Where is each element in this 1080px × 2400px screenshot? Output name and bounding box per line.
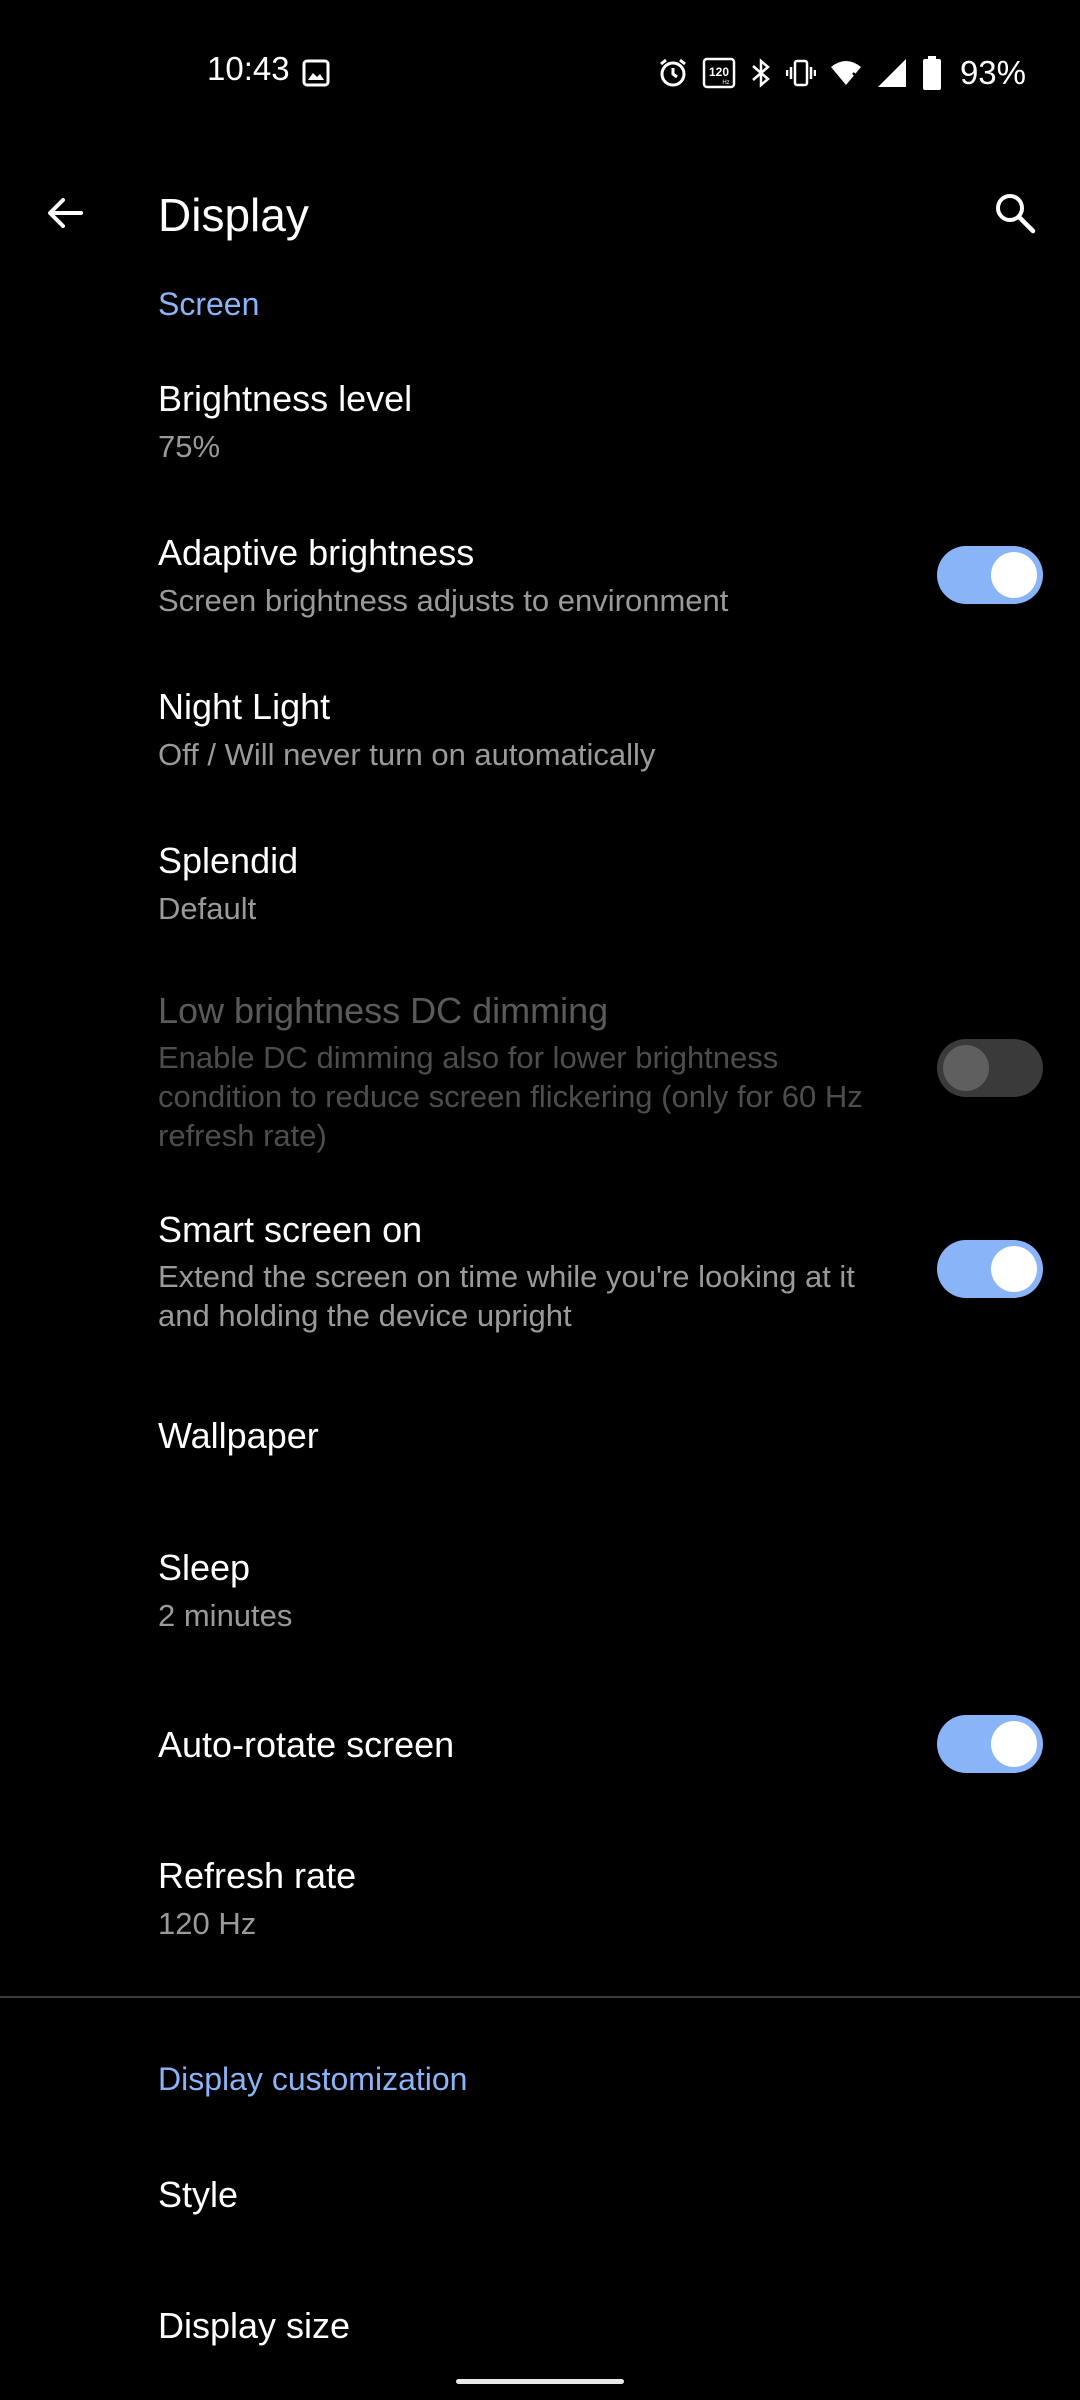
setting-title: Brightness level [158,378,413,419]
alarm-icon [658,57,688,89]
setting-title: Refresh rate [158,1855,357,1896]
setting-title: Sleep [158,1547,251,1588]
svg-text:Hz: Hz [722,80,729,86]
refresh-rate-icon: 120 Hz [702,57,736,89]
vibrate-icon [785,57,816,89]
auto-rotate-toggle[interactable] [937,1715,1043,1773]
section-divider [0,1996,1080,1998]
search-icon [996,194,1036,234]
wifi-icon [830,58,862,88]
gallery-icon [302,59,330,92]
setting-title: Night Light [158,686,331,727]
setting-summary: 120 Hz [158,1906,257,1941]
setting-title: Low brightness DC dimming [158,990,609,1031]
bluetooth-icon [750,57,772,89]
setting-summary: Screen brightness adjusts to environment [158,583,729,618]
back-button[interactable] [22,170,108,256]
section-header-display-customization: Display customization [158,2061,468,2097]
status-icons: 120 Hz 93% [658,50,1026,96]
setting-summary: Off / Will never turn on automatically [158,737,656,772]
setting-title: Auto-rotate screen [158,1724,455,1765]
toggle-thumb [943,1045,989,1091]
status-bar: 10:43 120 Hz 93% [0,0,1080,148]
status-time: 10:43 [207,50,290,87]
smart-screen-toggle[interactable] [937,1240,1043,1298]
setting-title: Adaptive brightness [158,532,475,573]
setting-summary: Enable DC dimming also for lower brightn… [158,1040,863,1153]
section-header-screen: Screen [158,286,260,322]
setting-title: Smart screen on [158,1209,423,1250]
setting-summary: Default [158,891,257,926]
refresh-badge-text: 120 [709,65,729,79]
setting-summary: 2 minutes [158,1598,293,1633]
setting-title: Wallpaper [158,1415,319,1456]
setting-title: Splendid [158,840,299,881]
page-title: Display [158,189,309,241]
toggle-thumb [991,1246,1037,1292]
battery-icon [922,56,942,90]
toggle-thumb [991,552,1037,598]
home-indicator[interactable] [456,2379,624,2384]
setting-summary: Extend the screen on time while you're l… [158,1259,855,1333]
adaptive-brightness-toggle[interactable] [937,546,1043,604]
setting-title: Style [158,2174,239,2215]
app-bar: Display [0,148,1080,298]
arrow-back-icon [48,198,83,228]
setting-summary: 75% [158,429,221,464]
setting-title: Display size [158,2305,351,2346]
dc-dimming-toggle [937,1039,1043,1097]
toggle-thumb [991,1721,1037,1767]
battery-percent: 93% [959,54,1026,91]
search-button[interactable] [972,170,1058,256]
signal-icon [876,57,908,89]
